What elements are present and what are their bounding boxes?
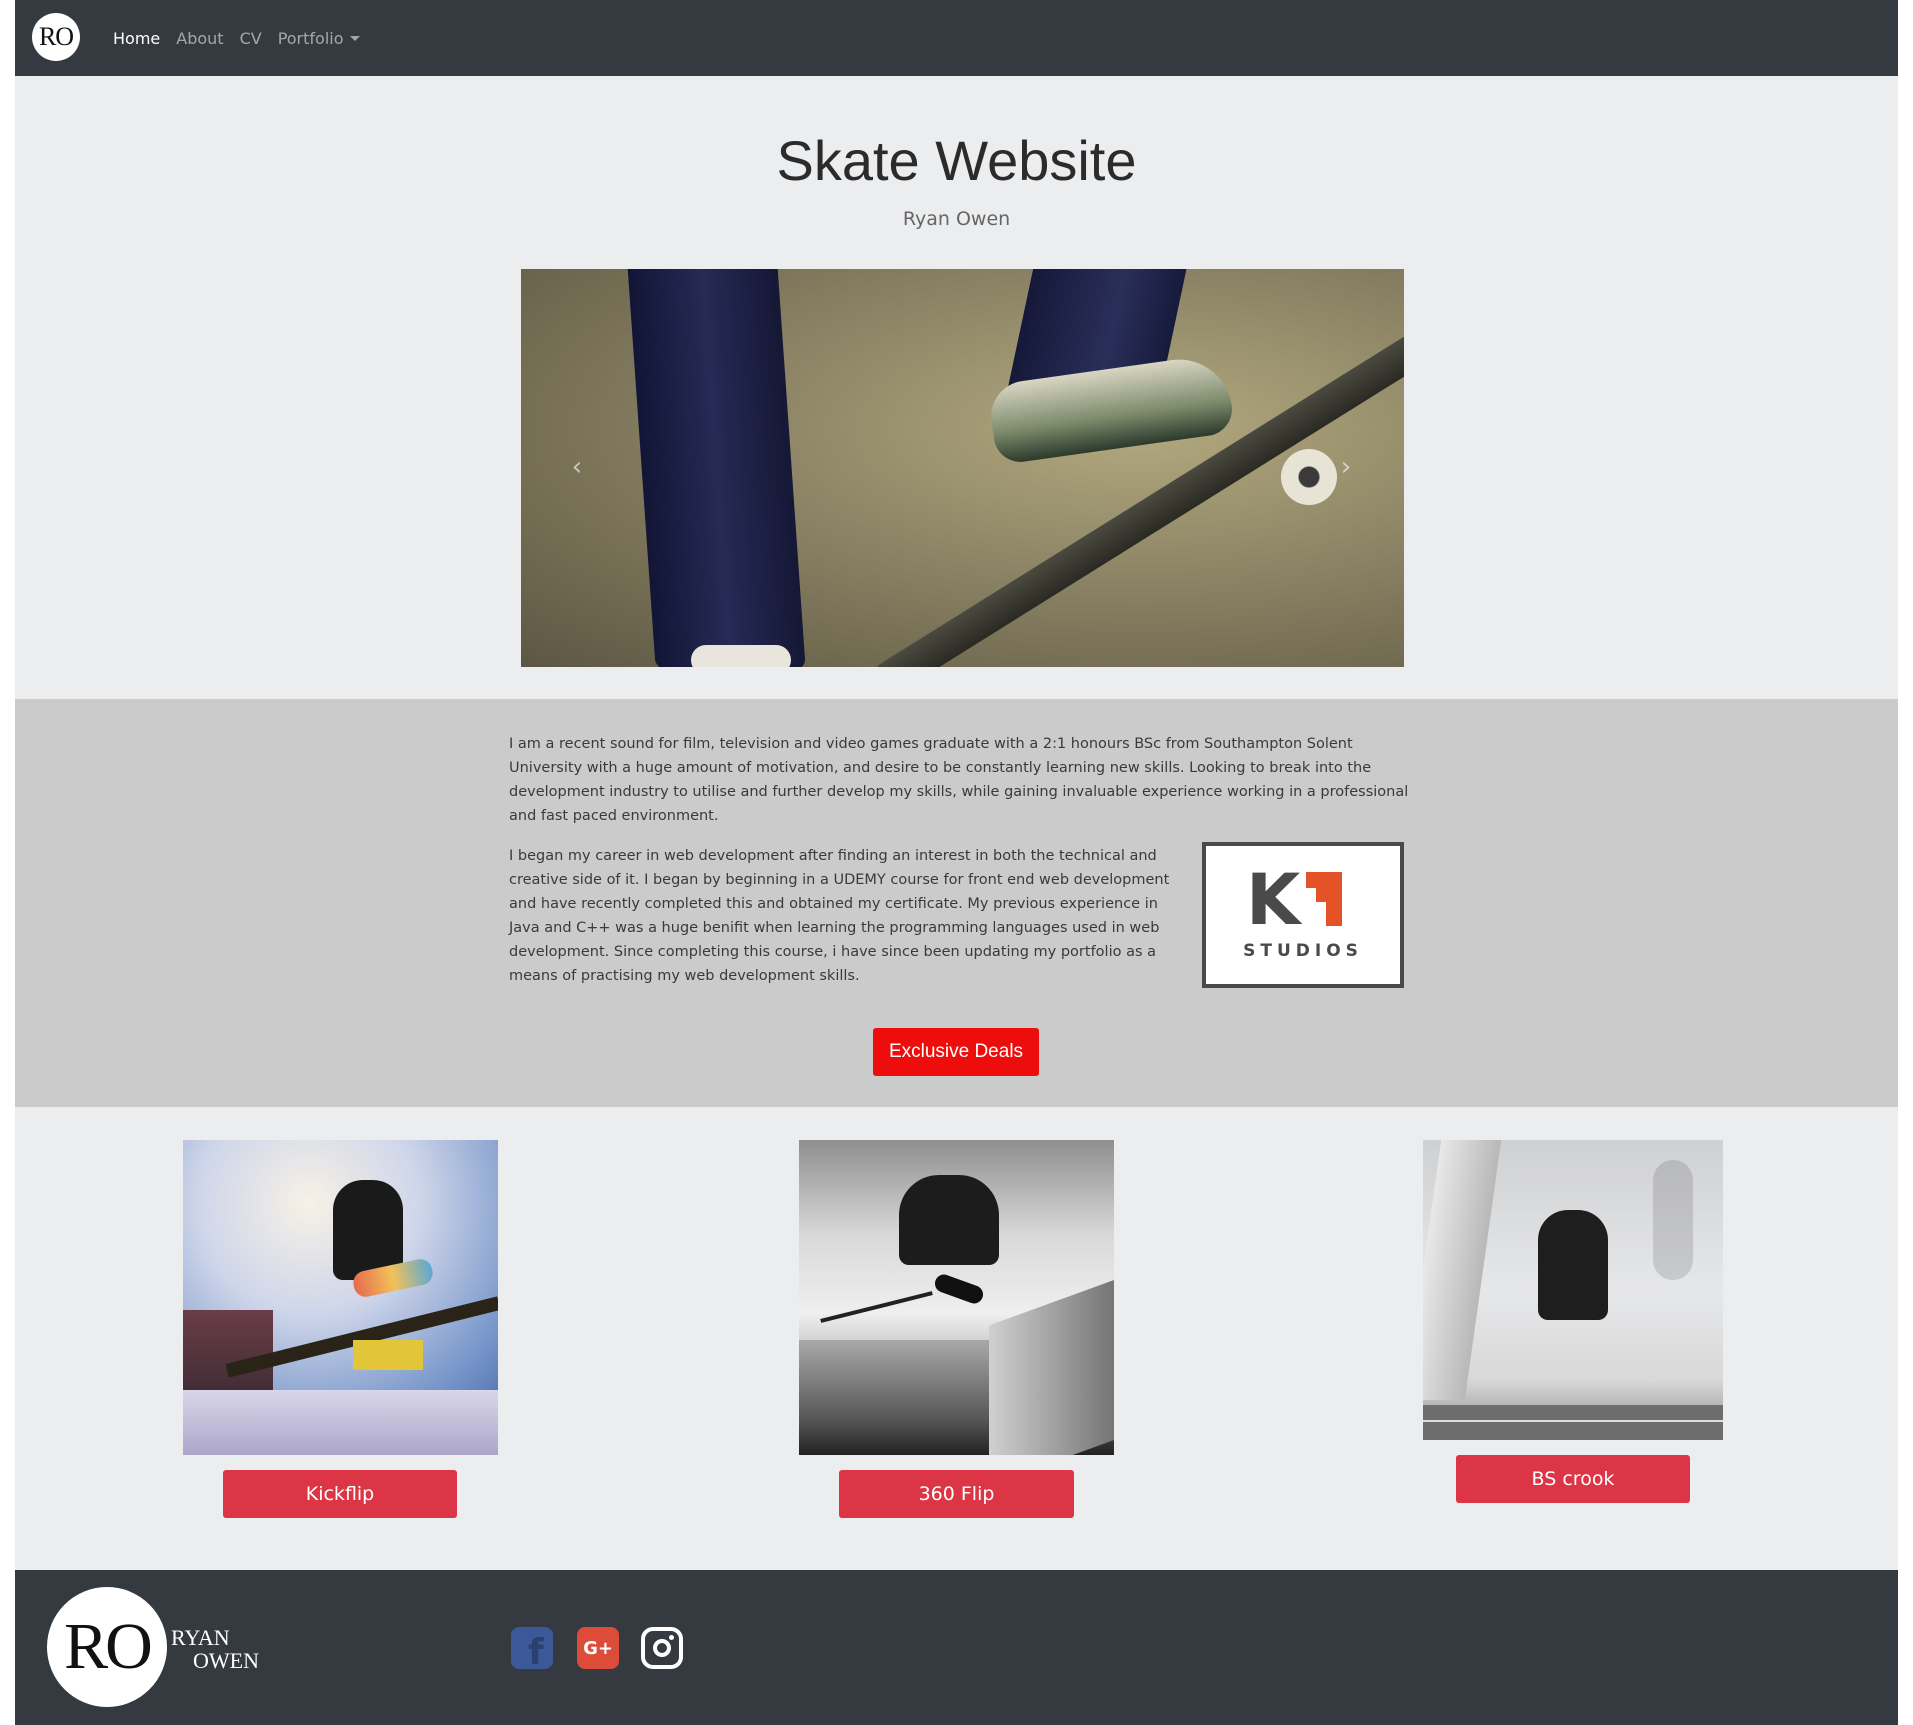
footer-logo[interactable]: RO [47,1587,167,1707]
navbar: RO Home About CV Portfolio [15,0,1898,76]
exclusive-deals-button[interactable]: Exclusive Deals [873,1028,1039,1076]
nav-portfolio-label: Portfolio [277,28,344,48]
caret-down-icon [349,35,360,41]
kf-studios-logo: K STUDIOS [1202,842,1404,988]
bs-crook-button[interactable]: BS crook [1456,1455,1690,1503]
footer: RO RYAN OWEN f G+ [15,1570,1898,1725]
nav-portfolio-dropdown[interactable]: Portfolio [270,29,368,48]
hero-carousel: ‹ › [521,269,1404,667]
footer-name-last: OWEN [193,1648,259,1673]
chevron-right-icon[interactable]: › [1334,454,1358,480]
carousel-image-leg [626,269,806,667]
360-flip-button[interactable]: 360 Flip [839,1470,1074,1518]
nav-links: Home About CV Portfolio [105,0,368,76]
kickflip-button[interactable]: Kickflip [223,1470,457,1518]
page-title: Skate Website [776,129,1137,192]
about-paragraph-2: I began my career in web development aft… [509,848,1170,984]
kf-logo-k: K [1246,859,1301,941]
kf-logo-studios: STUDIOS [1243,941,1363,961]
bs-crook-photo [1423,1140,1723,1440]
page-subtitle: Ryan Owen [902,208,1011,230]
chevron-left-icon[interactable]: ‹ [565,454,589,480]
kickflip-photo [183,1140,498,1455]
nav-about-link[interactable]: About [168,29,231,48]
nav-home-link[interactable]: Home [105,29,168,48]
nav-cv-link[interactable]: CV [232,29,270,48]
carousel-image-shoe [691,645,791,667]
nav-logo[interactable]: RO [32,13,80,61]
instagram-icon[interactable] [641,1627,683,1669]
carousel-image-wheel [1281,449,1337,505]
google-plus-icon[interactable]: G+ [577,1627,619,1669]
about-section: I am a recent sound for film, television… [15,699,1898,1107]
page: RO Home About CV Portfolio Skate Website… [15,0,1898,1725]
360-flip-photo [799,1140,1114,1455]
kf-logo-f-mark [1306,872,1342,926]
facebook-icon[interactable]: f [511,1627,553,1673]
about-paragraph-1: I am a recent sound for film, television… [509,736,1409,824]
